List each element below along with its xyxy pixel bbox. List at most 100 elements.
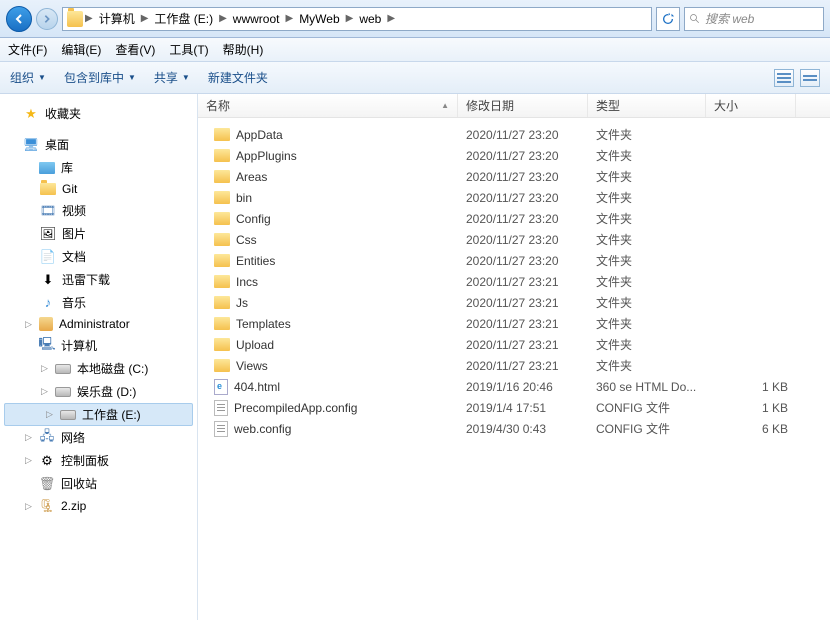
- crumb-myweb[interactable]: MyWeb: [295, 10, 343, 28]
- file-date: 2020/11/27 23:21: [458, 275, 588, 289]
- file-size: 1 KB: [706, 401, 796, 415]
- crumb-web[interactable]: web: [355, 10, 385, 28]
- column-size[interactable]: 大小: [706, 94, 796, 117]
- share-button[interactable]: 共享▼: [154, 69, 190, 86]
- menu-file[interactable]: 文件(F): [8, 41, 47, 58]
- column-date[interactable]: 修改日期: [458, 94, 588, 117]
- tree-library[interactable]: 库: [0, 156, 197, 179]
- expand-icon[interactable]: ▷: [40, 387, 49, 396]
- refresh-button[interactable]: [656, 7, 680, 31]
- view-mode-button[interactable]: [774, 69, 794, 87]
- file-row[interactable]: Templates2020/11/27 23:21文件夹: [198, 313, 830, 334]
- expand-icon[interactable]: ▷: [24, 456, 33, 465]
- file-row[interactable]: Config2020/11/27 23:20文件夹: [198, 208, 830, 229]
- tree-zip[interactable]: ▷🗜2.zip: [0, 495, 197, 517]
- tree-drive-e[interactable]: ▷工作盘 (E:): [4, 403, 193, 426]
- file-row[interactable]: Views2020/11/27 23:21文件夹: [198, 355, 830, 376]
- tree-drive-c[interactable]: ▷本地磁盘 (C:): [0, 357, 197, 380]
- file-row[interactable]: 404.html2019/1/16 20:46360 se HTML Do...…: [198, 376, 830, 397]
- column-name[interactable]: 名称▲: [198, 94, 458, 117]
- computer-icon: 🖳: [39, 338, 55, 354]
- breadcrumb[interactable]: ▶ 计算机 ▶ 工作盘 (E:) ▶ wwwroot ▶ MyWeb ▶ web…: [62, 7, 652, 31]
- tree-video[interactable]: 🎞视频: [0, 199, 197, 222]
- chevron-right-icon[interactable]: ▶: [387, 13, 395, 24]
- expand-icon[interactable]: ▷: [24, 502, 33, 511]
- file-name: Incs: [236, 275, 258, 289]
- search-input[interactable]: 搜索 web: [684, 7, 824, 31]
- tree-music[interactable]: ♪音乐: [0, 291, 197, 314]
- tree-recycle-bin[interactable]: 🗑回收站: [0, 472, 197, 495]
- file-row[interactable]: Incs2020/11/27 23:21文件夹: [198, 271, 830, 292]
- tree-computer[interactable]: 🖳计算机: [0, 334, 197, 357]
- file-row[interactable]: Upload2020/11/27 23:21文件夹: [198, 334, 830, 355]
- file-name: Areas: [236, 170, 267, 184]
- file-row[interactable]: web.config2019/4/30 0:43CONFIG 文件6 KB: [198, 418, 830, 439]
- collapse-icon[interactable]: [24, 163, 33, 172]
- user-icon: [39, 317, 53, 331]
- tree-git[interactable]: Git: [0, 179, 197, 199]
- forward-button[interactable]: [36, 8, 58, 30]
- preview-pane-button[interactable]: [800, 69, 820, 87]
- toolbar: 组织▼ 包含到库中▼ 共享▼ 新建文件夹: [0, 62, 830, 94]
- chevron-right-icon[interactable]: ▶: [346, 13, 354, 24]
- file-name: Css: [236, 233, 257, 247]
- file-type: 文件夹: [588, 189, 706, 206]
- folder-icon: [214, 359, 230, 372]
- folder-icon: [214, 170, 230, 183]
- expand-icon[interactable]: ▷: [45, 410, 54, 419]
- file-row[interactable]: Areas2020/11/27 23:20文件夹: [198, 166, 830, 187]
- menu-view[interactable]: 查看(V): [115, 41, 155, 58]
- file-row[interactable]: AppPlugins2020/11/27 23:20文件夹: [198, 145, 830, 166]
- documents-icon: 📄: [40, 249, 56, 265]
- collapse-icon[interactable]: [24, 341, 33, 350]
- tree-desktop[interactable]: 🖥桌面: [0, 133, 197, 156]
- menu-edit[interactable]: 编辑(E): [61, 41, 101, 58]
- expand-icon[interactable]: ▷: [40, 364, 49, 373]
- tree-administrator[interactable]: ▷Administrator: [0, 314, 197, 334]
- file-date: 2019/1/16 20:46: [458, 380, 588, 394]
- file-date: 2020/11/27 23:20: [458, 149, 588, 163]
- collapse-icon[interactable]: [8, 140, 17, 149]
- file-row[interactable]: PrecompiledApp.config2019/1/4 17:51CONFI…: [198, 397, 830, 418]
- crumb-computer[interactable]: 计算机: [95, 8, 139, 29]
- menu-help[interactable]: 帮助(H): [223, 41, 264, 58]
- chevron-right-icon[interactable]: ▶: [141, 13, 149, 24]
- file-row[interactable]: Entities2020/11/27 23:20文件夹: [198, 250, 830, 271]
- chevron-right-icon[interactable]: ▶: [85, 13, 93, 24]
- file-row[interactable]: AppData2020/11/27 23:20文件夹: [198, 124, 830, 145]
- file-row[interactable]: Js2020/11/27 23:21文件夹: [198, 292, 830, 313]
- expand-icon[interactable]: [8, 109, 17, 118]
- control-panel-icon: ⚙: [39, 453, 55, 469]
- chevron-down-icon: ▼: [128, 73, 136, 82]
- expand-icon[interactable]: ▷: [24, 320, 33, 329]
- tree-network[interactable]: ▷🖧网络: [0, 426, 197, 449]
- crumb-wwwroot[interactable]: wwwroot: [229, 10, 284, 28]
- tree-control-panel[interactable]: ▷⚙控制面板: [0, 449, 197, 472]
- new-folder-button[interactable]: 新建文件夹: [208, 69, 268, 86]
- file-type: 文件夹: [588, 252, 706, 269]
- file-name: 404.html: [234, 380, 280, 394]
- file-date: 2020/11/27 23:21: [458, 317, 588, 331]
- tree-favorites[interactable]: ★收藏夹: [0, 102, 197, 125]
- back-button[interactable]: [6, 6, 32, 32]
- folder-icon: [214, 149, 230, 162]
- tree-documents[interactable]: 📄文档: [0, 245, 197, 268]
- chevron-right-icon[interactable]: ▶: [285, 13, 293, 24]
- address-bar: ▶ 计算机 ▶ 工作盘 (E:) ▶ wwwroot ▶ MyWeb ▶ web…: [0, 0, 830, 38]
- file-row[interactable]: bin2020/11/27 23:20文件夹: [198, 187, 830, 208]
- expand-icon[interactable]: ▷: [24, 433, 33, 442]
- organize-button[interactable]: 组织▼: [10, 69, 46, 86]
- tree-drive-d[interactable]: ▷娱乐盘 (D:): [0, 380, 197, 403]
- crumb-drive[interactable]: 工作盘 (E:): [150, 8, 217, 29]
- menu-tools[interactable]: 工具(T): [169, 41, 208, 58]
- expand-icon[interactable]: [24, 479, 33, 488]
- desktop-icon: 🖥: [23, 137, 39, 153]
- chevron-right-icon[interactable]: ▶: [219, 13, 227, 24]
- file-type: 文件夹: [588, 126, 706, 143]
- include-library-button[interactable]: 包含到库中▼: [64, 69, 136, 86]
- tree-pictures[interactable]: 🖼图片: [0, 222, 197, 245]
- tree-thunder[interactable]: ⬇迅雷下载: [0, 268, 197, 291]
- folder-icon: [67, 11, 83, 27]
- column-type[interactable]: 类型: [588, 94, 706, 117]
- file-row[interactable]: Css2020/11/27 23:20文件夹: [198, 229, 830, 250]
